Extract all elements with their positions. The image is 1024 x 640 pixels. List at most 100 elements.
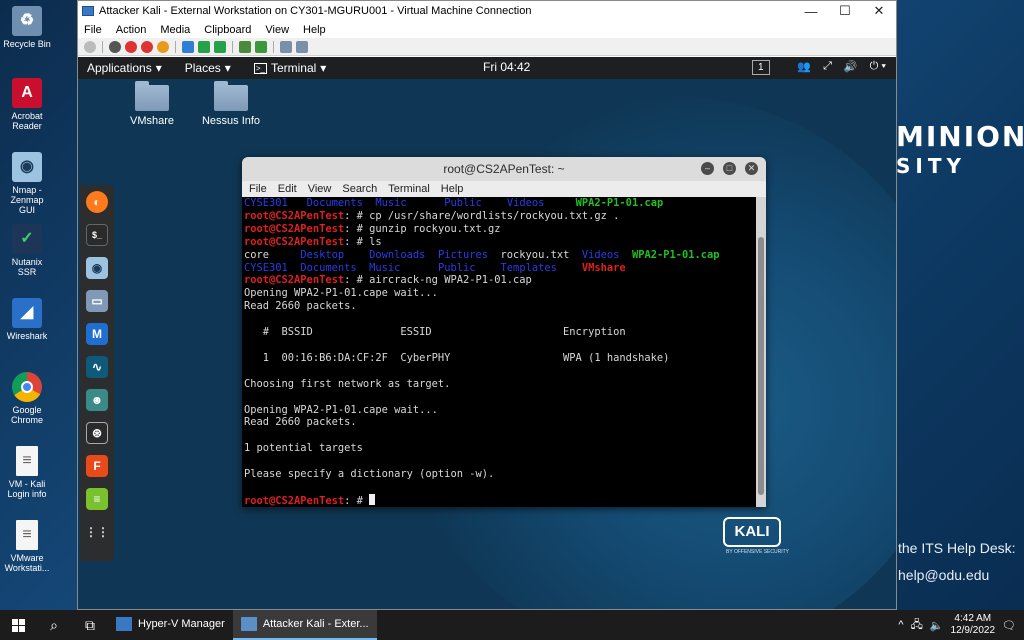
desktop-icon-label: Nmap - Zenmap GUI — [10, 185, 44, 215]
start-button[interactable] — [0, 610, 36, 640]
prompt: root@CS2APenTest — [244, 235, 345, 248]
save-icon[interactable] — [157, 40, 169, 53]
ls-entry: Public — [437, 261, 476, 274]
search-icon[interactable]: ⌕ — [36, 610, 72, 640]
terminal-scrollbar[interactable] — [756, 197, 766, 507]
resume-icon[interactable] — [198, 40, 210, 53]
metasploit-icon[interactable]: M — [86, 323, 108, 345]
firefox-icon[interactable]: ◐ — [86, 191, 108, 213]
places-menu[interactable]: Places ▾ — [185, 61, 231, 75]
reset-icon[interactable] — [214, 40, 226, 53]
checkpoint-icon[interactable] — [239, 40, 251, 53]
vm-menu-action[interactable]: Action — [116, 24, 147, 36]
folder-icon — [214, 81, 248, 111]
desktop-icon-label: Google Chrome — [10, 405, 43, 425]
terminal-close-button[interactable]: ✕ — [745, 162, 758, 175]
faraday-icon[interactable]: F — [86, 455, 108, 477]
chrome-icon — [12, 372, 42, 402]
close-button[interactable]: ✕ — [862, 3, 896, 19]
share-icon[interactable] — [296, 40, 308, 53]
eye-tool-icon[interactable]: ◉ — [86, 257, 108, 279]
taskbar-clock[interactable]: 4:42 AM 12/9/2022 — [951, 613, 996, 637]
prompt: root@CS2APenTest — [244, 494, 345, 507]
output-line: 1 potential targets — [244, 442, 363, 455]
taskbar-app-vm-connection[interactable]: Attacker Kali - Exter... — [232, 610, 377, 640]
terminal-app-menu[interactable]: >_ Terminal ▾ — [253, 61, 326, 75]
desktop-icon-wireshark[interactable]: ◢ Wireshark — [2, 298, 52, 341]
terminal-output[interactable]: CYSE301 Documents Music Public Videos WP… — [242, 197, 756, 507]
desktop-folder-nessus-info[interactable]: Nessus Info — [191, 81, 271, 127]
toolbar-separator — [102, 40, 103, 53]
chevron-up-icon[interactable]: ^ — [898, 619, 903, 631]
notes-icon[interactable]: ≡ — [86, 488, 108, 510]
kali-desktop: Applications ▾ Places ▾ >_ Terminal ▾ Fri 04… — [78, 57, 896, 609]
minimize-button[interactable]: — — [794, 4, 828, 19]
desktop-icon-recycle-bin[interactable]: ♻ Recycle Bin — [2, 6, 52, 49]
terminal-menu-file[interactable]: File — [249, 183, 267, 195]
ls-entry: CYSE301 — [244, 261, 288, 274]
taskbar-time: 4:42 AM — [954, 613, 992, 624]
notifications-icon[interactable]: 🗨 — [1002, 619, 1016, 632]
vm-menu-file[interactable]: File — [84, 24, 102, 36]
vm-menu-view[interactable]: View — [265, 24, 289, 36]
prompt: root@CS2APenTest — [244, 222, 345, 235]
taskbar-app-hyperv-manager[interactable]: Hyper-V Manager — [108, 610, 233, 640]
desktop-icon-chrome[interactable]: Google Chrome — [2, 372, 52, 425]
gnome-clock[interactable]: Fri 04:42 — [483, 60, 530, 74]
desktop-icon-vmware[interactable]: ≡ VMware Workstati... — [2, 520, 52, 573]
vm-menu-clipboard[interactable]: Clipboard — [204, 24, 251, 36]
files-icon[interactable]: ▭ — [86, 290, 108, 312]
workspace-indicator[interactable]: 1 — [752, 60, 770, 75]
scrollbar-thumb[interactable] — [758, 237, 764, 495]
command: gunzip rockyou.txt.gz — [369, 222, 501, 235]
ctrl-alt-del-icon[interactable] — [84, 40, 96, 53]
burp-icon[interactable]: ☻ — [86, 389, 108, 411]
maximize-button[interactable]: ☐ — [828, 3, 862, 19]
terminal-titlebar[interactable]: root@CS2APenTest: ~ – □ ✕ — [242, 157, 766, 181]
vm-menubar: File Action Media Clipboard View Help — [78, 21, 896, 38]
recycle-bin-icon: ♻ — [12, 6, 42, 36]
desktop-folder-vmshare[interactable]: VMshare — [112, 81, 192, 127]
vm-connection-icon — [240, 617, 257, 631]
ls-entry: WPA2-P1-01.cap — [631, 248, 720, 261]
volume-icon[interactable]: 🔈 — [930, 619, 944, 632]
terminal-dock-icon[interactable]: $_ — [86, 224, 108, 246]
maltego-icon[interactable]: ⊛ — [86, 422, 108, 444]
desktop-icon-nutanix[interactable]: ✓ Nutanix SSR — [2, 224, 52, 277]
terminal-minimize-button[interactable]: – — [701, 162, 714, 175]
desktop-icon-nmap[interactable]: ◉ Nmap - Zenmap GUI — [2, 152, 52, 215]
network-icon[interactable]: 🖧 — [911, 616, 923, 635]
host-brand-line2: SITY — [896, 154, 966, 178]
terminal-menu-search[interactable]: Search — [342, 183, 377, 195]
ls-entry: Music — [369, 261, 401, 274]
task-view-icon[interactable]: ⧉ — [72, 610, 108, 640]
pause-icon[interactable] — [182, 40, 194, 53]
start-icon[interactable] — [109, 40, 121, 53]
hyperv-manager-icon — [116, 617, 132, 631]
terminal-menubar: File Edit View Search Terminal Help — [242, 181, 766, 197]
applications-menu[interactable]: Applications ▾ — [87, 61, 162, 75]
desktop-icon-kali-login-info[interactable]: ≡ VM - Kali Login info — [2, 446, 52, 499]
system-tray[interactable]: 👥 ⤢ 🔊 ⏻ ▾ — [797, 60, 886, 73]
terminal-menu-view[interactable]: View — [308, 183, 332, 195]
revert-icon[interactable] — [255, 40, 267, 53]
desktop-icon-label: VMware Workstati... — [4, 553, 50, 573]
show-apps-icon[interactable]: ⋮⋮ — [85, 521, 109, 543]
shutdown-icon[interactable] — [141, 40, 153, 53]
vm-menu-media[interactable]: Media — [160, 24, 190, 36]
vm-titlebar[interactable]: Attacker Kali - External Workstation on … — [78, 1, 896, 21]
wireshark-dock-icon[interactable]: ∿ — [86, 356, 108, 378]
terminal-menu-help[interactable]: Help — [441, 183, 464, 195]
network-table-row: 1 00:16:B6:DA:CF:2F CyberPHY WPA (1 hand… — [244, 351, 670, 364]
terminal-maximize-button[interactable]: □ — [723, 162, 736, 175]
enhanced-session-icon[interactable] — [280, 40, 292, 53]
help-desk-email: help@odu.edu — [898, 567, 990, 583]
vm-menu-help[interactable]: Help — [303, 24, 326, 36]
terminal-menu-edit[interactable]: Edit — [278, 183, 297, 195]
windows-taskbar: ⌕ ⧉ Hyper-V Manager Attacker Kali - Exte… — [0, 610, 1024, 640]
terminal-menu-terminal[interactable]: Terminal — [388, 183, 430, 195]
toolbar-separator — [273, 40, 274, 53]
desktop-icon-acrobat[interactable]: A Acrobat Reader — [2, 78, 52, 131]
turn-off-icon[interactable] — [125, 40, 137, 53]
taskbar-app-label: Attacker Kali - Exter... — [262, 618, 369, 630]
